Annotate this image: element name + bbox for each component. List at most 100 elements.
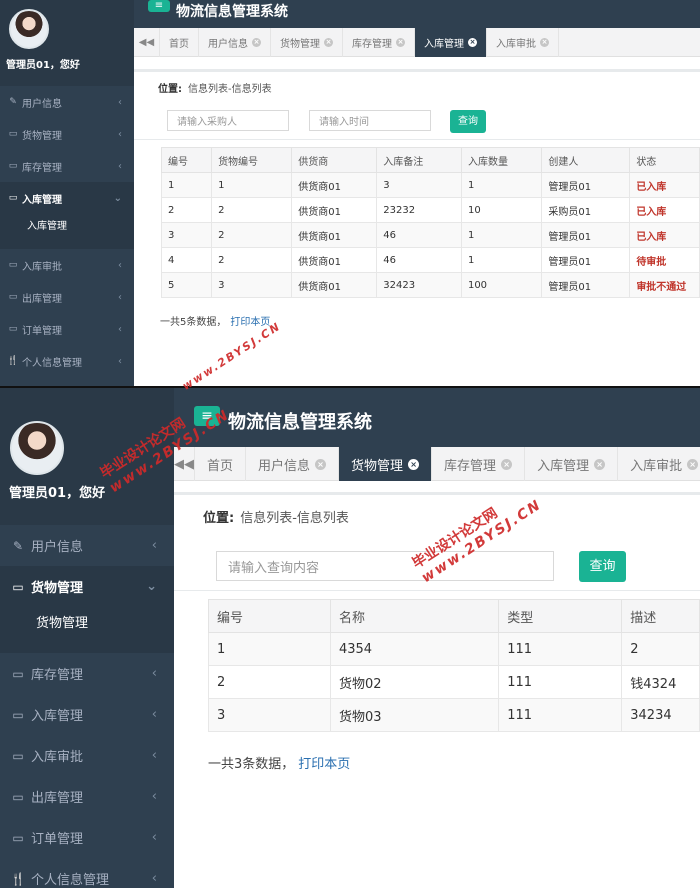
- column-header[interactable]: 描述: [621, 599, 700, 633]
- close-icon[interactable]: ×: [252, 38, 261, 47]
- tab-scroll-left-button[interactable]: ◀◀: [134, 28, 160, 57]
- tab-stock-in-approval[interactable]: 入库审批 ×: [618, 447, 700, 481]
- tab-goods[interactable]: 货物管理 ×: [271, 28, 343, 57]
- table-cell: 管理员01: [541, 222, 631, 248]
- tab-goods[interactable]: 货物管理 ×: [339, 447, 433, 481]
- table-cell: 32423: [376, 272, 462, 298]
- table-cell: 供货商01: [291, 172, 378, 198]
- chevron-left-icon: ‹: [118, 355, 122, 367]
- sidebar-item-inventory[interactable]: ▭ 库存管理 ‹: [0, 653, 174, 694]
- chevron-left-icon: ‹: [118, 96, 122, 108]
- sidebar-item-label: 订单管理: [31, 832, 84, 847]
- tab-label: 库存管理: [352, 39, 392, 50]
- greeting: 管理员01，您好: [6, 60, 80, 71]
- table-row[interactable]: 3 货物03 111 34234: [208, 698, 700, 732]
- sidebar-item-user-info[interactable]: ✎ 用户信息 ‹: [0, 86, 134, 118]
- table-row[interactable]: 3 2 供货商01 46 1 管理员01 已入库: [160, 222, 700, 248]
- sidebar-item-inventory[interactable]: ▭ 库存管理 ‹: [0, 150, 134, 182]
- table-cell: 111: [498, 698, 623, 732]
- table-cell: 钱4324: [621, 665, 700, 699]
- table-cell: 货物03: [329, 698, 500, 732]
- table-cell: 46: [376, 222, 462, 248]
- avatar[interactable]: [9, 9, 49, 49]
- menu-toggle-button[interactable]: ≡: [148, 0, 170, 12]
- sidebar-item-stock-in[interactable]: ▭ 入库管理 ‹: [0, 694, 174, 735]
- close-icon[interactable]: ×: [501, 458, 513, 470]
- sidebar-item-goods[interactable]: ▭ 货物管理 ⌄: [0, 566, 174, 607]
- sidebar-item-profile[interactable]: 🍴 个人信息管理 ‹: [0, 858, 174, 888]
- monitor-icon: ▭: [8, 324, 18, 334]
- screenshot-goods: 管理员01，您好 ✎ 用户信息 ‹ ▭ 货物管理 ⌄ 货物管理 ▭ 库存管理 ‹ ▭ 入库管理…: [0, 388, 700, 888]
- sidebar-subitem-goods[interactable]: 货物管理: [0, 607, 174, 640]
- monitor-icon: ▭: [12, 789, 24, 804]
- sidebar-item-profile[interactable]: 🍴 个人信息管理 ‹: [0, 345, 134, 377]
- close-icon[interactable]: ×: [324, 38, 333, 47]
- table-cell: 2: [208, 665, 331, 699]
- divider: [174, 492, 700, 495]
- sidebar-item-stock-in-approval[interactable]: ▭ 入库审批 ‹: [0, 735, 174, 776]
- column-header[interactable]: 类型: [498, 599, 623, 633]
- goods-table: 编号 名称 类型 描述 1 4354 111 2 2 货物02 111 钱4324 3 货物0…: [208, 599, 700, 732]
- column-header[interactable]: 入库数量: [460, 147, 543, 173]
- close-icon[interactable]: ×: [396, 38, 405, 47]
- column-header[interactable]: 供货商: [291, 147, 378, 173]
- time-search-input[interactable]: 请输入时间: [309, 110, 431, 131]
- tab-label: 首页: [207, 458, 234, 474]
- status-badge: 已入库: [629, 172, 700, 198]
- table-row[interactable]: 2 2 供货商01 23232 10 采购员01 已入库: [160, 197, 700, 223]
- tab-user-info[interactable]: 用户信息 ×: [199, 28, 271, 57]
- tab-stock-in[interactable]: 入库管理 ×: [525, 447, 619, 481]
- column-header[interactable]: 入库备注: [376, 147, 462, 173]
- tab-inventory[interactable]: 库存管理 ×: [432, 447, 526, 481]
- monitor-icon: ▭: [8, 292, 18, 302]
- close-icon[interactable]: ×: [315, 458, 327, 470]
- tab-home[interactable]: 首页: [195, 447, 247, 481]
- chevron-left-icon: ‹: [118, 323, 122, 335]
- sidebar-item-goods[interactable]: ▭ 货物管理 ‹: [0, 118, 134, 150]
- search-input[interactable]: 请输入查询内容: [216, 551, 554, 581]
- search-button[interactable]: 查询: [579, 551, 626, 582]
- status-badge: 待审批: [629, 247, 700, 273]
- tab-home[interactable]: 首页: [160, 28, 199, 57]
- search-button[interactable]: 查询: [450, 110, 486, 133]
- sidebar-item-label: 库存管理: [31, 668, 84, 683]
- sidebar-item-stock-in-approval[interactable]: ▭ 入库审批 ‹: [0, 249, 134, 281]
- app-title: 物流信息管理系统: [176, 4, 288, 20]
- tab-label: 入库审批: [496, 39, 536, 50]
- print-page-link[interactable]: 打印本页: [298, 757, 350, 772]
- table-row[interactable]: 1 1 供货商01 3 1 管理员01 已入库: [160, 172, 700, 198]
- column-header[interactable]: 创建人: [541, 147, 631, 173]
- column-header[interactable]: 名称: [329, 599, 500, 633]
- sidebar-item-orders[interactable]: ▭ 订单管理 ‹: [0, 313, 134, 345]
- tab-stock-in[interactable]: 入库管理 ×: [415, 28, 487, 57]
- avatar[interactable]: [10, 421, 64, 475]
- tab-stock-in-approval[interactable]: 入库审批 ×: [487, 28, 559, 57]
- table-row[interactable]: 1 4354 111 2: [208, 632, 700, 666]
- divider: [134, 139, 700, 140]
- close-icon[interactable]: ×: [687, 458, 699, 470]
- table-row[interactable]: 2 货物02 111 钱4324: [208, 665, 700, 699]
- tab-inventory[interactable]: 库存管理 ×: [343, 28, 415, 57]
- column-header[interactable]: 状态: [629, 147, 700, 173]
- sidebar-item-stock-out[interactable]: ▭ 出库管理 ‹: [0, 776, 174, 817]
- submenu-spacer: [0, 640, 174, 653]
- close-icon[interactable]: ×: [468, 38, 477, 47]
- sidebar-subitem-stock-in[interactable]: 入库管理: [0, 214, 134, 240]
- tab-user-info[interactable]: 用户信息 ×: [246, 447, 340, 481]
- close-icon[interactable]: ×: [540, 38, 549, 47]
- table-row[interactable]: 5 3 供货商01 32423 100 管理员01 审批不通过: [160, 272, 700, 298]
- sidebar-item-stock-in[interactable]: ▭ 入库管理 ⌄: [0, 182, 134, 214]
- close-icon[interactable]: ×: [594, 458, 606, 470]
- table-row[interactable]: 4 2 供货商01 46 1 管理员01 待审批: [160, 247, 700, 273]
- status-badge: 审批不通过: [629, 272, 700, 298]
- column-header[interactable]: 编号: [160, 147, 213, 173]
- table-cell: 10: [460, 197, 543, 223]
- sidebar-item-label: 库存管理: [22, 162, 62, 174]
- buyer-search-input[interactable]: 请输入采购人: [167, 110, 289, 131]
- sidebar-item-orders[interactable]: ▭ 订单管理 ‹: [0, 817, 174, 858]
- column-header[interactable]: 货物编号: [211, 147, 293, 173]
- sidebar-item-user-info[interactable]: ✎ 用户信息 ‹: [0, 525, 174, 566]
- column-header[interactable]: 编号: [208, 599, 331, 633]
- sidebar-item-stock-out[interactable]: ▭ 出库管理 ‹: [0, 281, 134, 313]
- close-icon[interactable]: ×: [408, 458, 420, 470]
